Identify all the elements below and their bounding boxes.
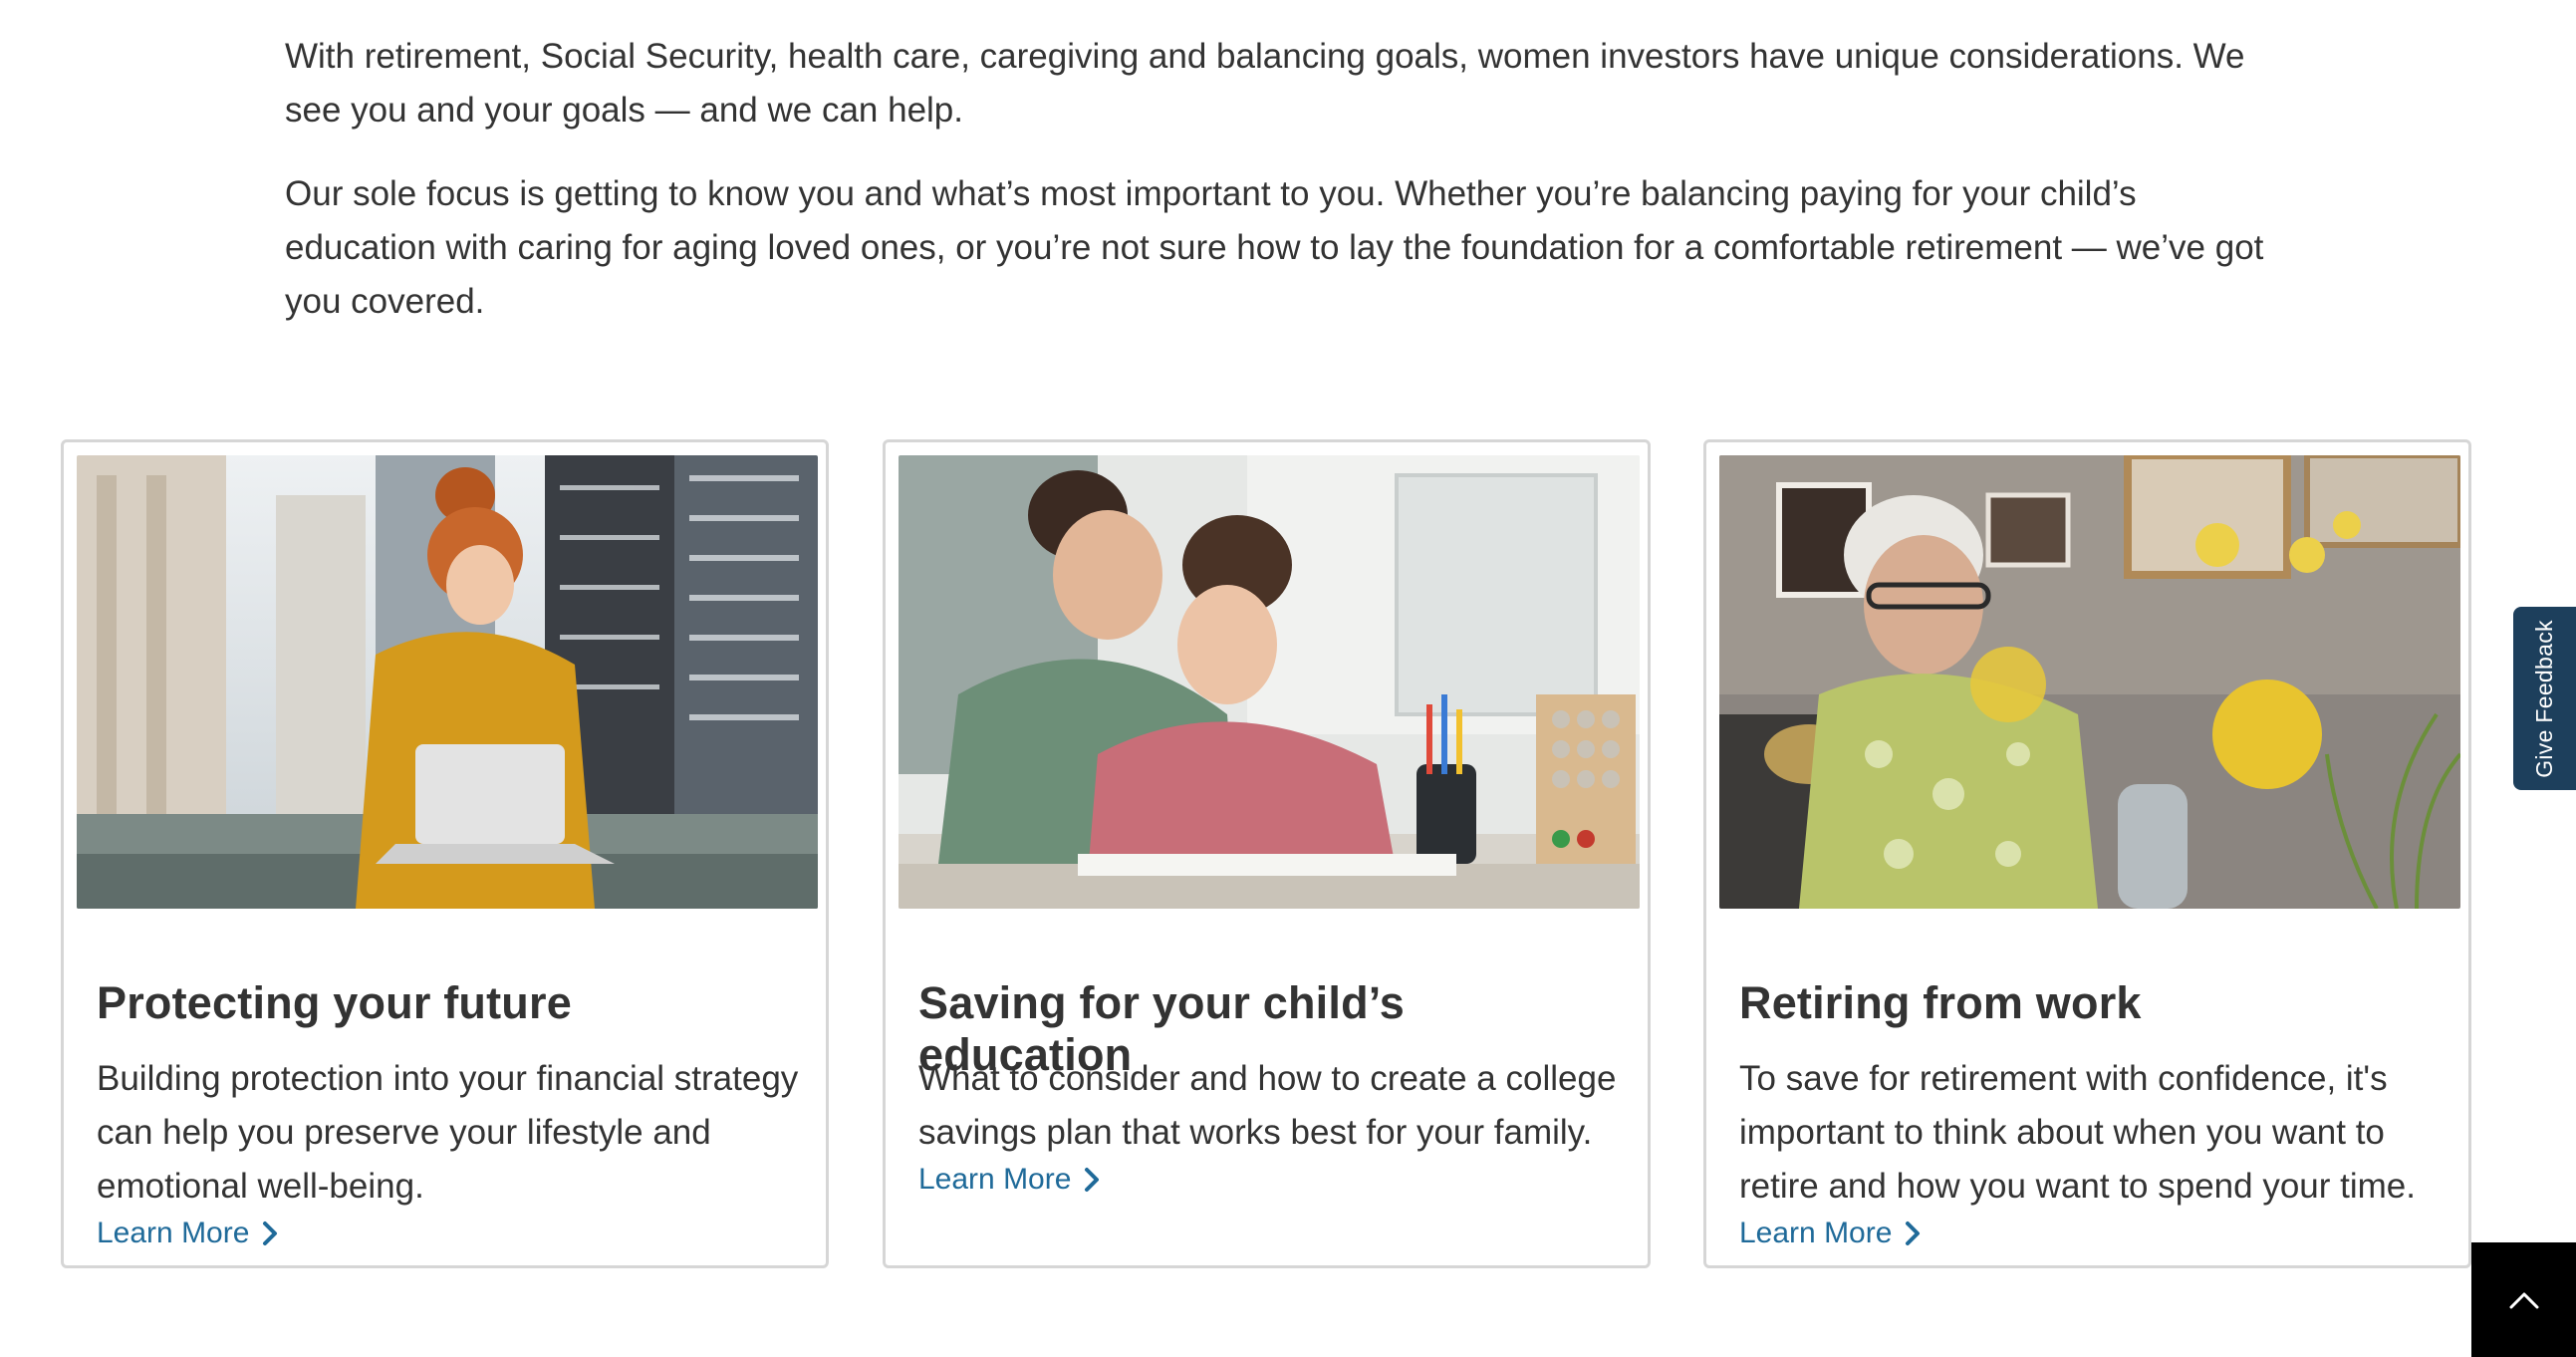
learn-more-link[interactable]: Learn More — [1739, 1217, 1922, 1250]
give-feedback-label: Give Feedback — [2531, 619, 2557, 778]
learn-more-link[interactable]: Learn More — [918, 1163, 1101, 1197]
card-description: To save for retirement with confidence, … — [1739, 1059, 2416, 1206]
give-feedback-tab[interactable]: Give Feedback — [2513, 607, 2576, 790]
intro-paragraph-2: Our sole focus is getting to know you an… — [285, 174, 2264, 321]
card-child-education: Saving for your child’s education What t… — [883, 439, 1651, 1268]
learn-more-label: Learn More — [918, 1163, 1072, 1196]
topic-cards: Protecting your future Building protecti… — [61, 439, 2476, 1272]
back-to-top-button[interactable] — [2471, 1242, 2576, 1357]
intro-paragraph-1: With retirement, Social Security, health… — [285, 37, 2245, 130]
card-description: What to consider and how to create a col… — [918, 1059, 1617, 1152]
card-description: Building protection into your financial … — [97, 1059, 799, 1206]
card-retiring: Retiring from work To save for retiremen… — [1703, 439, 2471, 1268]
card-title: Retiring from work — [1739, 977, 2142, 1029]
learn-more-label: Learn More — [97, 1217, 250, 1249]
chevron-up-icon — [2509, 1292, 2538, 1308]
chevron-right-icon — [263, 1221, 278, 1245]
card-image-woman-flowers — [1719, 455, 2460, 909]
chevron-right-icon — [1906, 1221, 1921, 1245]
card-image-woman-laptop — [77, 455, 818, 909]
intro-section: With retirement, Social Security, health… — [285, 30, 2287, 359]
card-protecting-future: Protecting your future Building protecti… — [61, 439, 829, 1268]
card-title: Protecting your future — [97, 977, 572, 1029]
chevron-right-icon — [1085, 1168, 1100, 1192]
learn-more-link[interactable]: Learn More — [97, 1217, 279, 1250]
card-image-mother-daughter — [899, 455, 1640, 909]
learn-more-label: Learn More — [1739, 1217, 1893, 1249]
